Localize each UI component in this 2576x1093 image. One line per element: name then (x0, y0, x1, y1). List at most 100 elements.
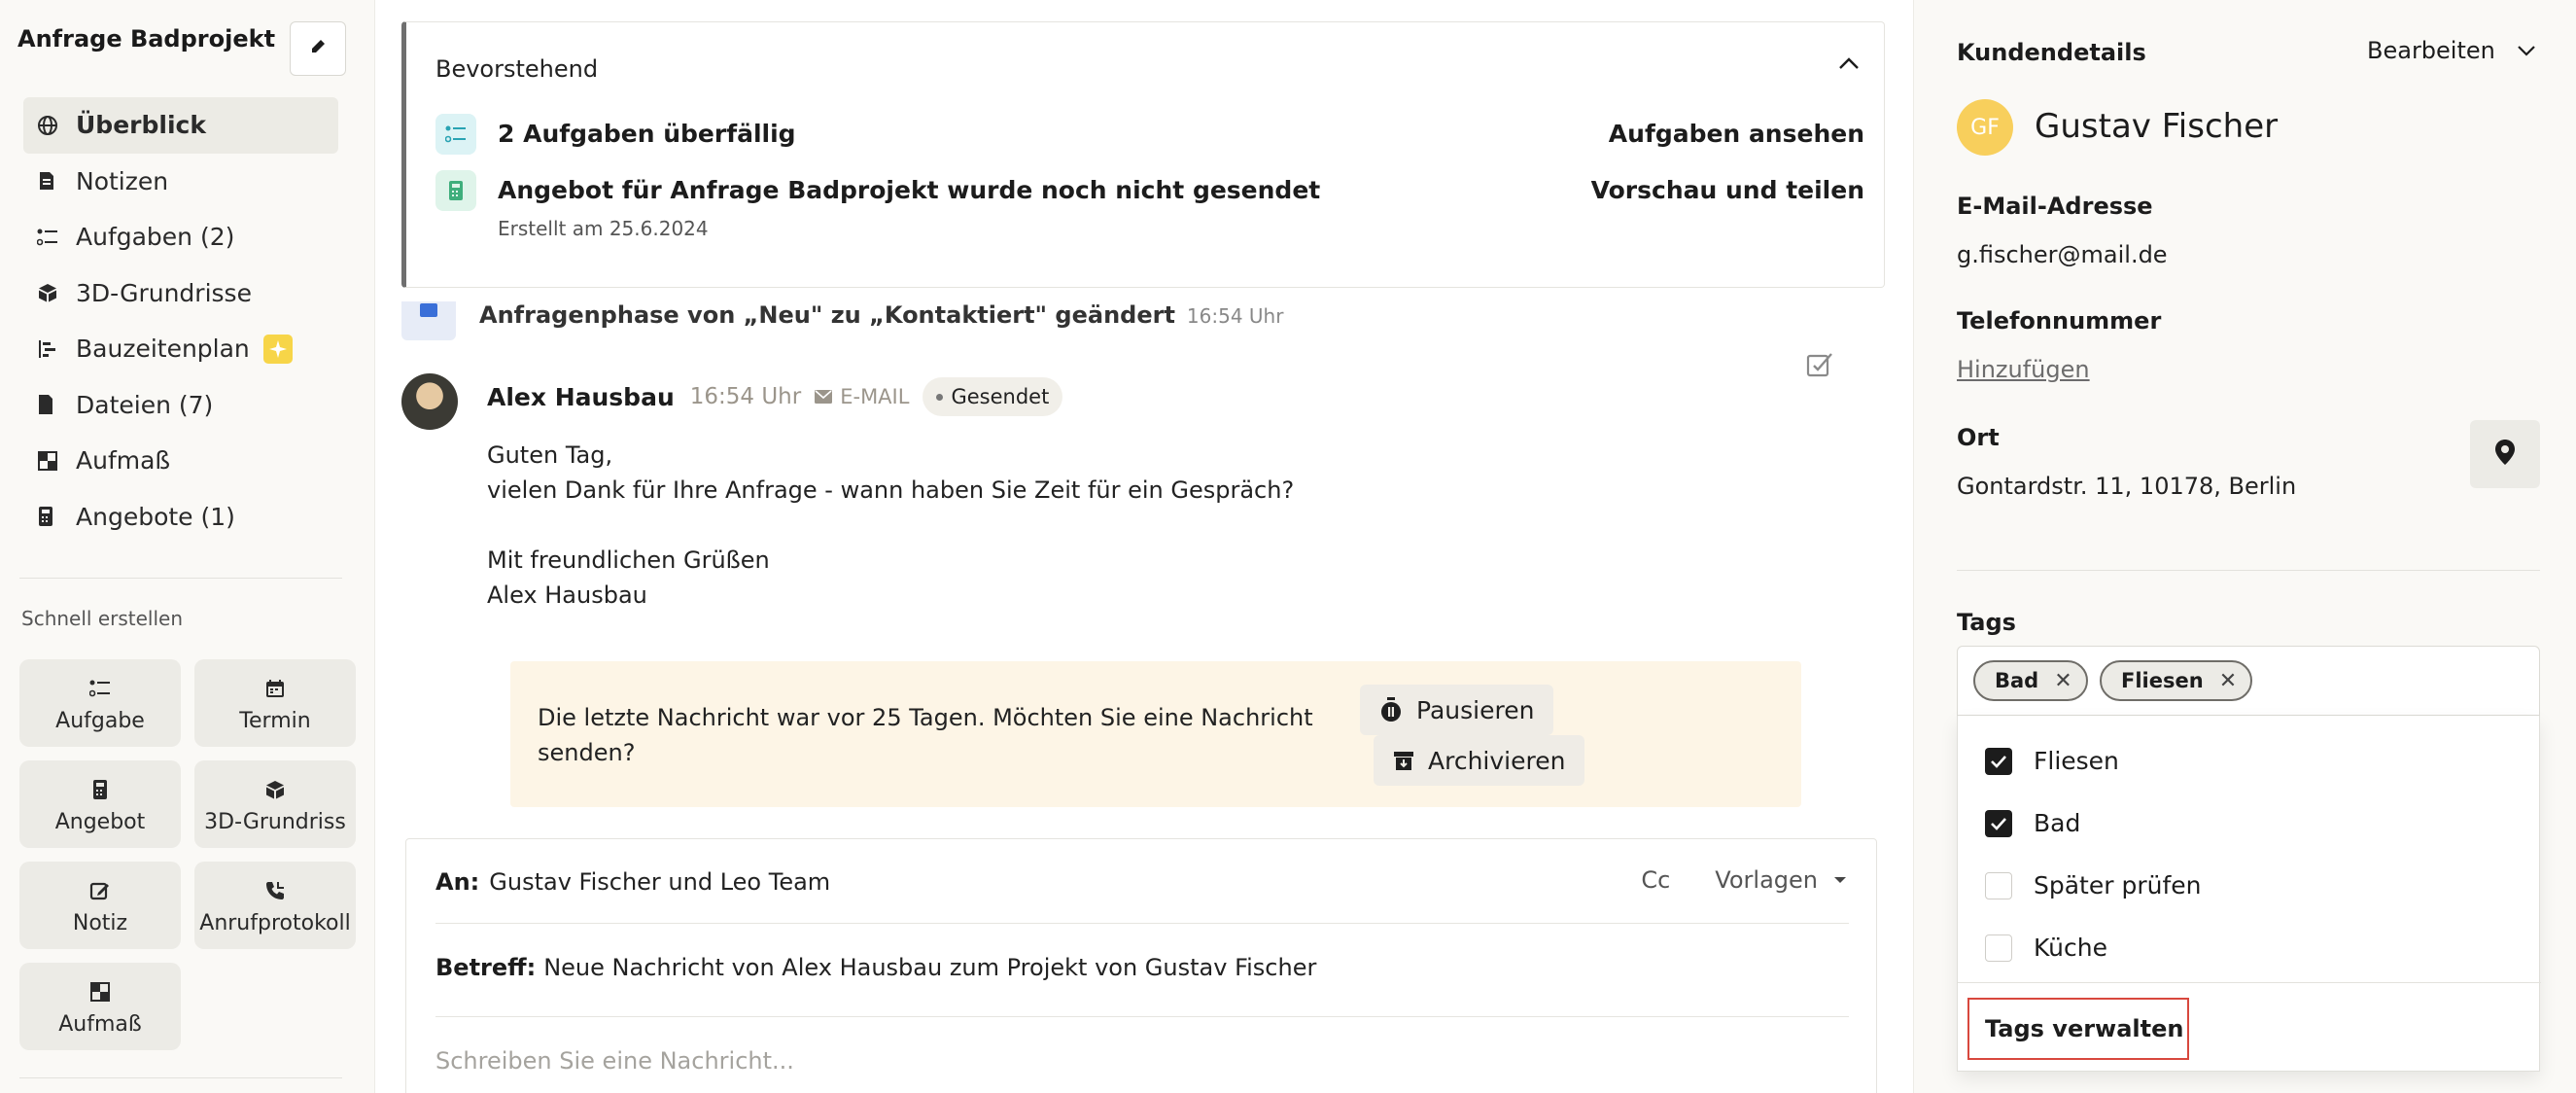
measure-icon (89, 977, 111, 1006)
message-line: Mit freundlichen Grüßen (487, 546, 770, 574)
quick-create-notiz[interactable]: Notiz (19, 862, 181, 949)
sidebar-item-notizen[interactable]: Notizen (23, 154, 338, 210)
left-sidebar: Anfrage Badprojekt Überblick Notizen Auf… (0, 0, 375, 1093)
sparkle-icon (262, 334, 293, 364)
task-list-icon (37, 228, 66, 247)
mail-icon (815, 390, 833, 404)
checkbox-unchecked[interactable] (1985, 934, 2012, 962)
pause-button[interactable]: Pausieren (1360, 685, 1554, 735)
tag-option-kueche[interactable]: Küche (1985, 934, 2107, 962)
message-line: Alex Hausbau (487, 582, 647, 609)
message-line: Guten Tag, (487, 441, 613, 469)
sidebar-item-dateien[interactable]: Dateien (7) (23, 377, 338, 434)
view-tasks-link[interactable]: Aufgaben ansehen (1609, 120, 1864, 148)
sidebar-item-bauzeitenplan[interactable]: Bauzeitenplan (23, 321, 338, 377)
chevron-down-icon (2517, 44, 2536, 57)
tags-label: Tags (1957, 609, 2016, 636)
tag-option-spaeter-pruefen[interactable]: Später prüfen (1985, 871, 2202, 899)
tag-option-fliesen[interactable]: Fliesen (1985, 747, 2119, 775)
panel-divider (1957, 570, 2540, 571)
sidebar-item-label: Dateien (7) (76, 390, 214, 419)
preview-share-link[interactable]: Vorschau und teilen (1591, 176, 1864, 204)
message-header: Alex Hausbau 16:54 Uhr E-MAIL Gesendet (487, 377, 1063, 416)
caret-down-icon (1833, 875, 1847, 885)
pencil-icon (308, 37, 328, 60)
note-icon (37, 170, 66, 192)
quick-create-label: Aufmaß (58, 1011, 142, 1037)
templates-dropdown[interactable]: Vorlagen (1715, 866, 1847, 894)
tag-chip-fliesen: Fliesen ✕ (2100, 660, 2253, 701)
sidebar-item-label: 3D-Grundrisse (76, 278, 252, 307)
collapse-button[interactable] (1837, 55, 1861, 75)
sidebar-item-3d-grundrisse[interactable]: 3D-Grundrisse (23, 265, 338, 322)
checkbox-checked[interactable] (1985, 809, 2012, 837)
compose-form: An: Gustav Fischer und Leo Team Cc Vorlag… (405, 838, 1877, 1093)
timeline-phase-change: Anfragenphase von „Neu" zu „Kontaktiert"… (401, 301, 1889, 340)
email-value[interactable]: g.fischer@mail.de (1957, 241, 2168, 268)
quick-create-label: Aufgabe (55, 708, 145, 733)
phone-icon (264, 876, 286, 905)
quick-create-angebot[interactable]: Angebot (19, 760, 181, 848)
gantt-icon (37, 338, 66, 360)
inactivity-notice: Die letzte Nachricht war vor 25 Tagen. M… (510, 661, 1801, 807)
customer-panel: Kundendetails Bearbeiten GF Gustav Fisch… (1913, 0, 2576, 1093)
compose-tools: Cc Vorlagen (1641, 866, 1847, 894)
map-button[interactable] (2470, 420, 2540, 488)
remove-tag-icon[interactable]: ✕ (2054, 669, 2071, 693)
sidebar-item-angebote[interactable]: Angebote (1) (23, 489, 338, 546)
upcoming-panel: Bevorstehend 2 Aufgaben überfällig Aufga… (401, 21, 1885, 288)
compose-divider (435, 1016, 1849, 1017)
recipient-field[interactable]: Gustav Fischer und Leo Team (489, 868, 830, 896)
sidebar-item-ueberblick[interactable]: Überblick (23, 97, 338, 154)
archive-button[interactable]: Archivieren (1374, 735, 1585, 786)
remove-tag-icon[interactable]: ✕ (2219, 669, 2237, 693)
sidebar-item-aufgaben[interactable]: Aufgaben (2) (23, 209, 338, 265)
message-input[interactable]: Schreiben Sie eine Nachricht... (435, 1047, 1849, 1075)
quick-create-title: Schnell erstellen (21, 607, 184, 630)
mark-done-button[interactable] (1805, 350, 1834, 383)
message-body: Guten Tag, vielen Dank für Ihre Anfrage … (487, 438, 1294, 613)
message-placeholder: Schreiben Sie eine Nachricht... (435, 1047, 794, 1075)
notice-text: Die letzte Nachricht war vor 25 Tagen. M… (538, 704, 1313, 766)
phase-change-text: Anfragenphase von „Neu" zu „Kontaktiert"… (479, 301, 1284, 329)
checkbox-checked[interactable] (1985, 747, 2012, 775)
customer-name: Gustav Fischer (2035, 107, 2279, 146)
message-channel: E-MAIL (815, 385, 909, 408)
edit-project-button[interactable] (290, 21, 346, 76)
globe-icon (37, 115, 66, 136)
checkbox-unchecked[interactable] (1985, 871, 2012, 899)
to-label: An: (435, 868, 480, 896)
location-pin-icon (2494, 439, 2516, 470)
phone-label: Telefonnummer (1957, 307, 2162, 335)
quick-create-aufmass[interactable]: Aufmaß (19, 963, 181, 1050)
location-value: Gontardstr. 11, 10178, Berlin (1957, 473, 2297, 500)
manage-tags-button[interactable]: Tags verwalten (1967, 998, 2189, 1060)
main-content: Bevorstehend 2 Aufgaben überfällig Aufga… (376, 0, 1912, 1093)
phase-change-time: 16:54 Uhr (1186, 304, 1284, 328)
quick-create-termin[interactable]: Termin (194, 659, 356, 747)
quick-create-label: 3D-Grundriss (204, 809, 346, 834)
sidebar-item-aufmass[interactable]: Aufmaß (23, 433, 338, 489)
quick-create-anrufprotokoll[interactable]: Anrufprotokoll (194, 862, 356, 949)
quick-create-3d-grundriss[interactable]: 3D-Grundriss (194, 760, 356, 848)
edit-customer-button[interactable]: Bearbeiten (2367, 37, 2536, 64)
calculator-icon (91, 775, 109, 804)
subject-field[interactable]: Neue Nachricht von Alex Hausbau zum Proj… (543, 954, 1316, 981)
project-title: Anfrage Badprojekt (17, 25, 276, 53)
tag-option-bad[interactable]: Bad (1985, 809, 2080, 837)
quick-create-label: Notiz (72, 910, 128, 935)
cc-button[interactable]: Cc (1641, 866, 1670, 894)
add-phone-link[interactable]: Hinzufügen (1957, 356, 2090, 383)
location-label: Ort (1957, 424, 2000, 451)
tags-dropdown: Fliesen Bad Später prüfen Küche Tags ver… (1957, 716, 2541, 1072)
avatar (401, 373, 458, 430)
tags-input[interactable]: Bad ✕ Fliesen ✕ (1957, 646, 2540, 716)
status-badge: Gesendet (922, 377, 1063, 416)
quick-create-aufgabe[interactable]: Aufgabe (19, 659, 181, 747)
upcoming-item-tasks: 2 Aufgaben überfällig Aufgaben ansehen (435, 114, 1864, 160)
quick-create-grid: Aufgabe Termin Angebot 3D-Grundriss Noti… (19, 659, 356, 1050)
message-time: 16:54 Uhr (689, 384, 802, 409)
sidebar-item-label: Aufgaben (2) (76, 223, 235, 252)
sidebar-item-label: Angebote (1) (76, 502, 235, 531)
tag-chip-bad: Bad ✕ (1973, 660, 2088, 701)
